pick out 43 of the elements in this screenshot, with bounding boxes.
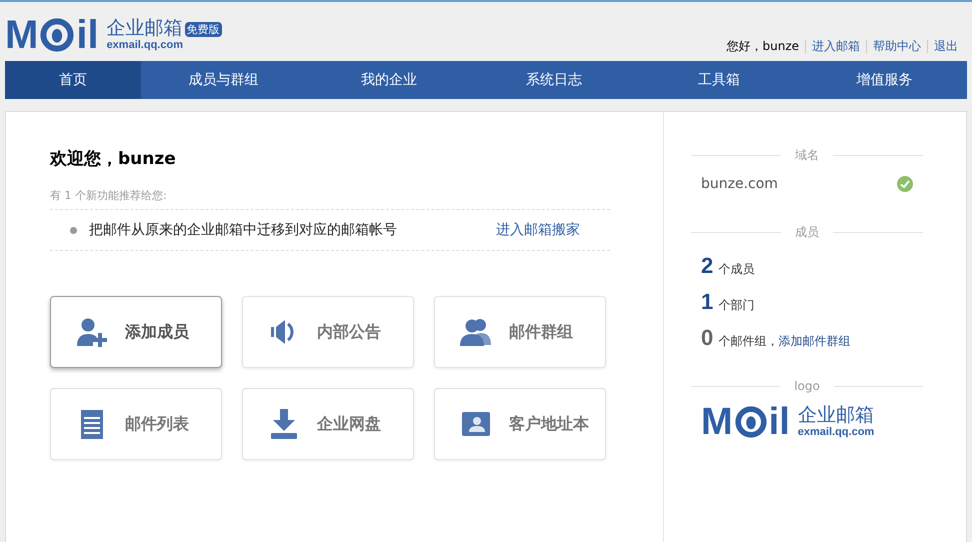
- nav-tab[interactable]: 工具箱: [636, 61, 802, 99]
- logo-name: 企业邮箱: [798, 406, 874, 426]
- nav-tab[interactable]: 我的企业: [306, 61, 472, 99]
- nav-tab[interactable]: 首页: [5, 61, 141, 99]
- bullet-icon: [70, 226, 77, 234]
- stat-label: 个邮件组，: [718, 333, 778, 350]
- add-group-link[interactable]: 添加邮件群组: [778, 333, 850, 350]
- logo-letters: il: [768, 403, 790, 441]
- shortcut-tile[interactable]: 邮件列表: [50, 388, 222, 460]
- logo-name: 企业邮箱: [106, 19, 183, 39]
- shortcut-tile[interactable]: 内部公告: [242, 296, 414, 368]
- header-link[interactable]: 退出: [934, 38, 958, 55]
- edition-badge: 免费版: [184, 22, 222, 36]
- stat-count: 0: [701, 325, 714, 351]
- recommend-intro: 有 1 个新功能推荐给您:: [50, 188, 610, 210]
- stat-label: 个成员: [718, 261, 754, 278]
- recommend-link[interactable]: 进入邮箱搬家: [496, 221, 580, 239]
- stat-count: 1: [701, 289, 714, 315]
- header-link[interactable]: 进入邮箱: [812, 38, 860, 55]
- section-heading: 域名: [795, 147, 819, 164]
- logo-letters: M: [701, 403, 733, 441]
- nav-tab[interactable]: 增值服务: [802, 61, 968, 99]
- logo-domain: exmail.qq.com: [798, 426, 874, 438]
- stat-label: 个部门: [718, 297, 754, 314]
- header-link[interactable]: 帮助中心: [873, 38, 921, 55]
- logo-domain: exmail.qq.com: [106, 38, 184, 51]
- nav-tab[interactable]: 成员与群组: [141, 61, 306, 99]
- shortcut-tile[interactable]: 添加成员: [50, 296, 222, 368]
- shortcut-tile[interactable]: 企业网盘: [242, 388, 414, 460]
- shortcut-tile[interactable]: 客户地址本: [434, 388, 606, 460]
- recommend-text: 把邮件从原来的企业邮箱中迁移到对应的邮箱帐号: [89, 221, 398, 239]
- section-heading: 成员: [795, 224, 819, 241]
- welcome-title: 欢迎您，bunze: [50, 148, 177, 170]
- shortcut-tile[interactable]: 邮件群组: [434, 296, 606, 368]
- greeting-text: 您好，bunze: [726, 38, 799, 55]
- penguin-ring-icon: [40, 18, 74, 52]
- logo-letters: il: [76, 15, 99, 55]
- penguin-ring-icon: [734, 406, 767, 438]
- nav-tab[interactable]: 系统日志: [471, 61, 637, 99]
- logo-letters: M: [5, 15, 38, 55]
- domain-text: bunze.com: [701, 176, 778, 192]
- section-heading: logo: [794, 379, 820, 393]
- stat-count: 2: [701, 253, 714, 279]
